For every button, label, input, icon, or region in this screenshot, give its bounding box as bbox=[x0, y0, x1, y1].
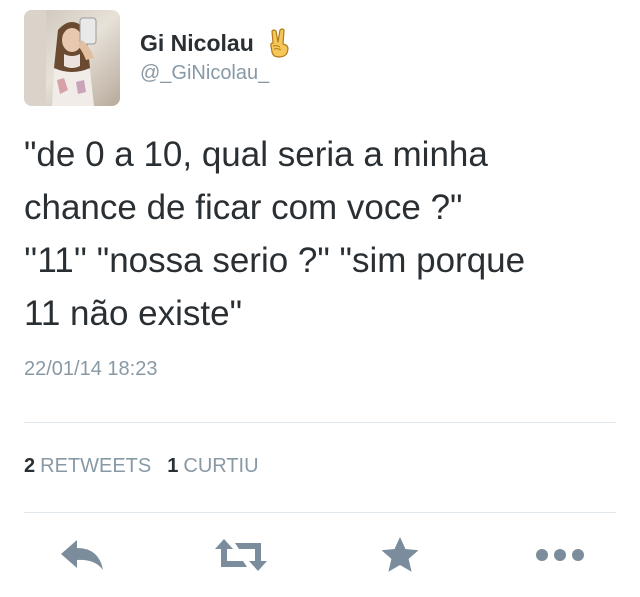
star-icon bbox=[380, 536, 420, 579]
divider bbox=[24, 512, 616, 513]
likes-count: 1 bbox=[167, 455, 179, 477]
name-row: Gi Nicolau bbox=[140, 28, 292, 58]
victory-hand-icon bbox=[266, 28, 292, 58]
reply-icon bbox=[59, 537, 105, 578]
likes-stat[interactable]: 1 CURTIU bbox=[167, 455, 258, 478]
likes-label: CURTIU bbox=[183, 455, 259, 477]
tweet-text: "de 0 a 10, qual seria a minha chance de… bbox=[24, 135, 526, 333]
retweet-icon bbox=[213, 537, 269, 578]
tweet-stats: 2 RETWEETS 1 CURTIU bbox=[24, 455, 259, 478]
more-button[interactable] bbox=[532, 532, 588, 582]
retweets-label: RETWEETS bbox=[40, 455, 152, 477]
tweet-timestamp: 22/01/14 18:23 bbox=[24, 358, 158, 380]
favorite-button[interactable] bbox=[372, 532, 428, 582]
retweet-button[interactable] bbox=[213, 532, 269, 582]
reply-button[interactable] bbox=[54, 532, 110, 582]
tweet-actions bbox=[0, 532, 640, 582]
user-handle[interactable]: @_GiNicolau_ bbox=[140, 62, 292, 85]
tweet-header: Gi Nicolau @_GiNicolau_ bbox=[24, 10, 292, 106]
retweets-count: 2 bbox=[24, 455, 36, 477]
display-name[interactable]: Gi Nicolau bbox=[140, 30, 254, 57]
more-icon bbox=[535, 548, 585, 567]
user-info: Gi Nicolau @_GiNicolau_ bbox=[140, 28, 292, 85]
divider bbox=[24, 422, 616, 423]
avatar[interactable] bbox=[24, 10, 120, 106]
retweets-stat[interactable]: 2 RETWEETS bbox=[24, 455, 151, 478]
